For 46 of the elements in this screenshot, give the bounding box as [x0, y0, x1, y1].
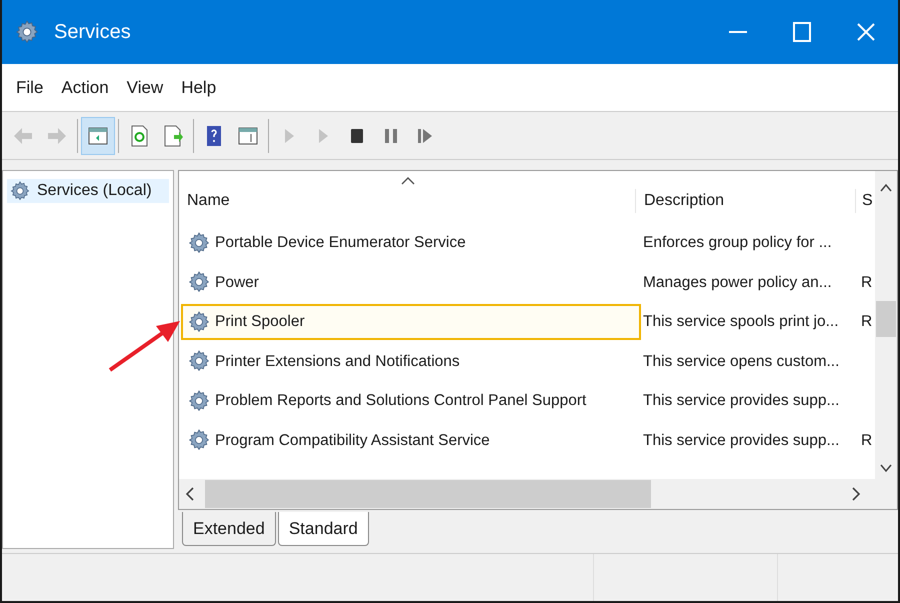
service-name-cell[interactable]: Program Compatibility Assistant Service	[181, 422, 641, 458]
status-cell-text: R	[860, 312, 874, 332]
maximize-icon	[793, 22, 811, 42]
menu-item[interactable]: File	[8, 74, 52, 100]
gear-icon	[187, 270, 211, 294]
gear-icon	[9, 180, 31, 202]
menu-item[interactable]: Action	[53, 74, 117, 100]
close-icon	[857, 23, 875, 41]
sort-caret-icon	[401, 177, 415, 185]
scroll-up-icon	[880, 183, 892, 193]
column-header[interactable]: Description	[635, 189, 855, 213]
app-gear-icon	[14, 19, 40, 45]
tree-button[interactable]	[81, 116, 115, 154]
gear-icon	[187, 349, 211, 374]
status-cell-text: R	[860, 430, 874, 451]
menu-item[interactable]: View	[118, 74, 172, 100]
scroll-thumb[interactable]	[876, 301, 896, 337]
gear-icon	[187, 310, 211, 334]
view-tab[interactable]: Standard	[278, 512, 369, 546]
scroll-right-icon	[851, 487, 861, 501]
scroll-down-icon	[880, 463, 892, 473]
horizontal-scrollbar[interactable]	[179, 479, 897, 509]
description-cell-text: This service provides supp...	[642, 391, 840, 412]
service-name-cell[interactable]: Printer Extensions and Notifications	[181, 343, 641, 380]
column-header[interactable]: Name	[179, 189, 635, 213]
description-cell-text: Enforces group policy for ...	[642, 233, 833, 254]
description-cell-text: This service provides supp...	[642, 430, 840, 451]
gear-icon	[187, 428, 211, 452]
description-cell-text: This service spools print jo...	[642, 312, 840, 332]
status-cell-text: R	[860, 272, 874, 293]
view-tab[interactable]: Extended	[182, 512, 276, 546]
description-cell-text: This service opens custom...	[642, 352, 840, 372]
scroll-left-icon	[185, 487, 195, 501]
service-name-cell[interactable]: Problem Reports and Solutions Control Panel Support	[181, 382, 641, 419]
minimize-icon	[729, 31, 747, 33]
service-name-cell[interactable]: Print Spooler	[181, 304, 641, 340]
service-name-cell[interactable]: Power	[181, 264, 641, 300]
gear-icon	[187, 388, 211, 413]
description-cell-text: Manages power policy an...	[642, 272, 833, 293]
menu-item[interactable]: Help	[173, 74, 224, 100]
scroll-thumb[interactable]	[205, 480, 651, 508]
tree-item[interactable]: Services (Local)	[7, 179, 169, 203]
window-title: Services	[54, 20, 131, 45]
service-name-cell[interactable]: Portable Device Enumerator Service	[181, 224, 641, 261]
gear-icon	[187, 230, 211, 255]
vertical-scrollbar[interactable]	[875, 171, 897, 479]
